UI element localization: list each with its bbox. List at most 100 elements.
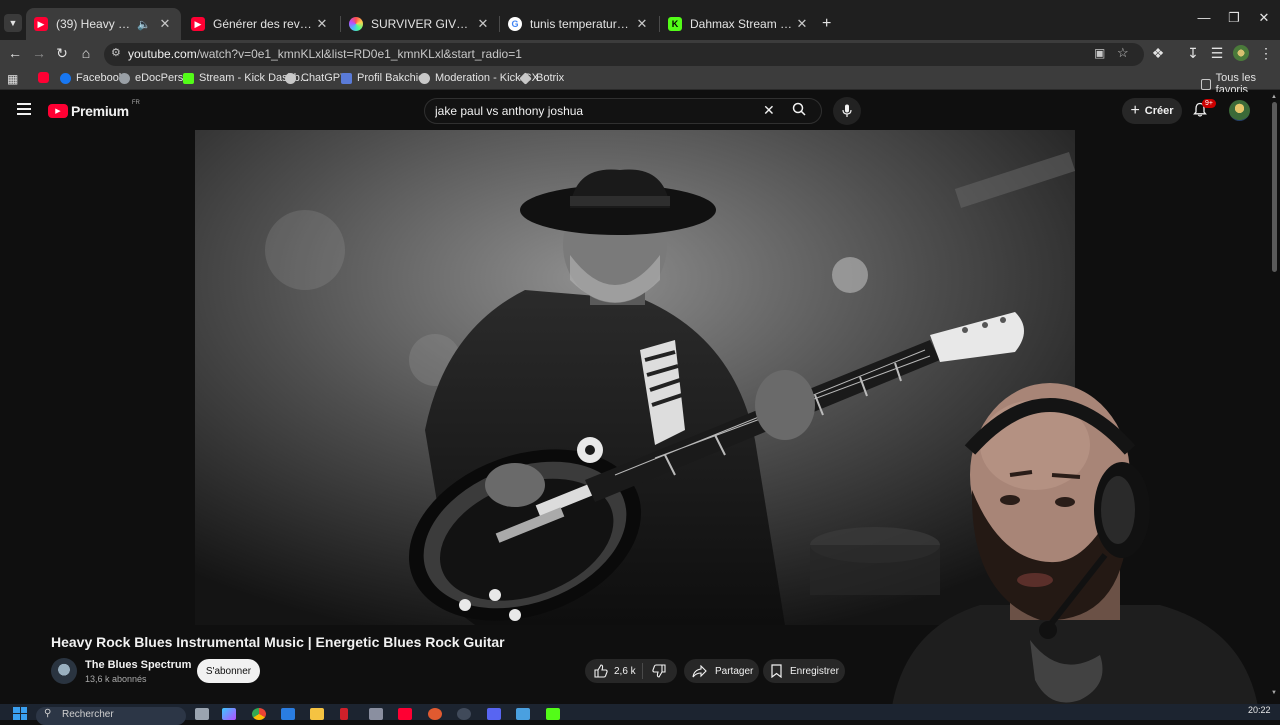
search-box[interactable]: ✕ — [424, 98, 822, 124]
bookmark-facebook[interactable]: Facebook — [60, 72, 124, 84]
tab[interactable]: SURVIVER GIVEAWAY ✕ — [341, 8, 499, 40]
task-view-icon[interactable] — [195, 708, 209, 720]
taskbar-search-label: Rechercher — [62, 709, 114, 720]
save-button[interactable]: Enregistrer — [763, 659, 845, 683]
youtube-play-icon: ▶ — [48, 104, 68, 118]
back-icon[interactable]: ← — [5, 45, 25, 63]
subscriber-count: 13,6 k abonnés — [85, 674, 147, 684]
app-dark-icon[interactable] — [457, 708, 471, 720]
store-icon[interactable] — [281, 708, 295, 720]
downloads-icon[interactable]: ↧ — [1183, 45, 1203, 63]
page-scrollbar[interactable]: ▲ ▼ — [1269, 94, 1280, 704]
app-red-icon[interactable] — [340, 708, 348, 720]
windows-start-icon[interactable] — [13, 707, 27, 720]
tab-title: Générer des revenus sur YouTub — [213, 17, 314, 31]
tab-active[interactable]: ▶ (39) Heavy Rock Blues Instr 🔈 ✕ — [26, 8, 181, 40]
explorer-folder-icon[interactable] — [310, 708, 324, 720]
tab-title: Dahmax Stream - Watch Live on — [690, 17, 794, 31]
bookmark-botrix[interactable]: Botrix — [519, 71, 564, 85]
os-taskbar: ⚲ Rechercher 20:22 — [0, 704, 1280, 725]
youtube-icon: ▶ — [34, 17, 48, 31]
bookmark-icon — [771, 664, 782, 678]
install-app-icon[interactable]: ▣ — [1094, 46, 1105, 60]
url-text: youtube.com/watch?v=0e1_kmnKLxl&list=RD0… — [128, 47, 522, 61]
like-dislike-group: 2,6 k — [585, 659, 677, 683]
subscribe-button[interactable]: S'abonner — [197, 659, 260, 683]
bookmark-edocperso[interactable]: eDocPerso — [119, 72, 189, 84]
copilot-icon[interactable] — [222, 708, 236, 720]
app-photos-icon[interactable] — [516, 708, 530, 720]
like-button[interactable]: 2,6 k — [585, 663, 643, 679]
profile-avatar[interactable] — [1233, 45, 1249, 61]
tab-title: tunis temperature demain - Rec — [530, 17, 634, 31]
search-icon[interactable] — [792, 102, 806, 116]
create-label: Créer — [1144, 105, 1174, 117]
url-bar[interactable]: ⚙ youtube.com/watch?v=0e1_kmnKLxl&list=R… — [104, 43, 1144, 66]
close-icon[interactable]: ✕ — [157, 16, 173, 32]
menu-kebab-icon[interactable]: ⋮ — [1256, 45, 1276, 63]
save-label: Enregistrer — [790, 665, 839, 677]
minimize-icon[interactable]: — — [1189, 10, 1219, 25]
channel-name[interactable]: The Blues Spectrum — [85, 659, 191, 671]
clear-search-icon[interactable]: ✕ — [763, 102, 775, 119]
address-toolbar: ← → ↻ ⌂ ⚙ youtube.com/watch?v=0e1_kmnKLx… — [0, 40, 1280, 68]
bookmark-chatgpt[interactable]: ChatGPT — [285, 72, 347, 84]
tab-title: (39) Heavy Rock Blues Instr — [56, 17, 131, 31]
site-info-icon[interactable]: ⚙ — [111, 46, 121, 59]
dislike-button[interactable] — [643, 664, 666, 678]
obs-icon[interactable] — [428, 708, 442, 720]
extensions-icon[interactable]: ❖ — [1148, 45, 1168, 63]
tab[interactable]: ▶ Générer des revenus sur YouTub ✕ — [183, 8, 338, 40]
logo-text: Premium — [71, 103, 129, 119]
channel-avatar[interactable] — [51, 658, 77, 684]
account-avatar[interactable] — [1229, 100, 1250, 121]
clock-time[interactable]: 20:22 — [1248, 705, 1271, 715]
discord-icon[interactable] — [487, 708, 501, 720]
botrix-icon — [519, 71, 532, 85]
region-code: FR — [131, 100, 140, 106]
youtube-logo[interactable]: ▶ Premium FR — [48, 100, 140, 119]
home-icon[interactable]: ⌂ — [76, 45, 96, 63]
bookmarks-bar: ▦ Facebook eDocPerso Stream - Kick Dashb… — [0, 68, 1280, 96]
chrome-icon[interactable] — [252, 708, 266, 720]
scrollbar-thumb[interactable] — [1272, 102, 1277, 272]
video-title: Heavy Rock Blues Instrumental Music | En… — [51, 634, 505, 650]
bookmark-profil-bakchich[interactable]: Profil Bakchich — [341, 72, 430, 84]
scroll-up-icon[interactable]: ▲ — [1271, 94, 1277, 100]
media-controls-icon[interactable]: ☰ — [1207, 45, 1227, 63]
reload-icon[interactable]: ↻ — [52, 45, 72, 63]
tab[interactable]: G tunis temperature demain - Rec ✕ — [500, 8, 658, 40]
tab[interactable]: K Dahmax Stream - Watch Live on ✕ — [660, 8, 818, 40]
window-close-icon[interactable]: ✕ — [1249, 10, 1279, 26]
scroll-down-icon[interactable]: ▼ — [1271, 690, 1277, 696]
thumbs-up-icon — [594, 664, 608, 678]
youtube-app-icon[interactable] — [398, 708, 412, 720]
youtube-header: ▶ Premium FR ✕ + Créer 9+ — [0, 92, 1280, 130]
notifications-button[interactable]: 9+ — [1192, 99, 1216, 122]
folder-icon — [1201, 78, 1211, 90]
plus-icon: + — [1130, 102, 1140, 119]
restore-icon[interactable]: ❐ — [1219, 10, 1249, 26]
speaker-icon[interactable]: 🔈 — [137, 18, 151, 31]
share-button[interactable]: Partager — [684, 659, 759, 683]
close-icon[interactable]: ✕ — [794, 16, 810, 32]
close-icon[interactable]: ✕ — [475, 16, 491, 32]
app-gallery-icon[interactable] — [369, 708, 383, 720]
new-tab-button[interactable]: + — [822, 15, 831, 33]
giveaway-icon — [349, 17, 363, 31]
apps-grid-icon[interactable]: ▦ — [7, 72, 18, 86]
app-green-icon[interactable] — [546, 708, 560, 720]
close-icon[interactable]: ✕ — [314, 16, 330, 32]
taskbar-search[interactable]: ⚲ Rechercher — [36, 707, 186, 725]
kick-icon: K — [668, 17, 682, 31]
bookmark-star-icon[interactable]: ☆ — [1117, 45, 1129, 61]
voice-search-button[interactable] — [833, 97, 861, 125]
forward-icon[interactable]: → — [29, 45, 49, 63]
browser-tab-strip: ▼ ▶ (39) Heavy Rock Blues Instr 🔈 ✕ ▶ Gé… — [0, 0, 1280, 40]
tab-search-button[interactable]: ▼ — [4, 14, 22, 32]
close-icon[interactable]: ✕ — [634, 16, 650, 32]
hamburger-menu-icon[interactable] — [17, 103, 31, 115]
create-button[interactable]: + Créer — [1122, 98, 1182, 124]
search-input[interactable] — [435, 104, 755, 118]
bookmark-youtube[interactable] — [38, 72, 54, 83]
